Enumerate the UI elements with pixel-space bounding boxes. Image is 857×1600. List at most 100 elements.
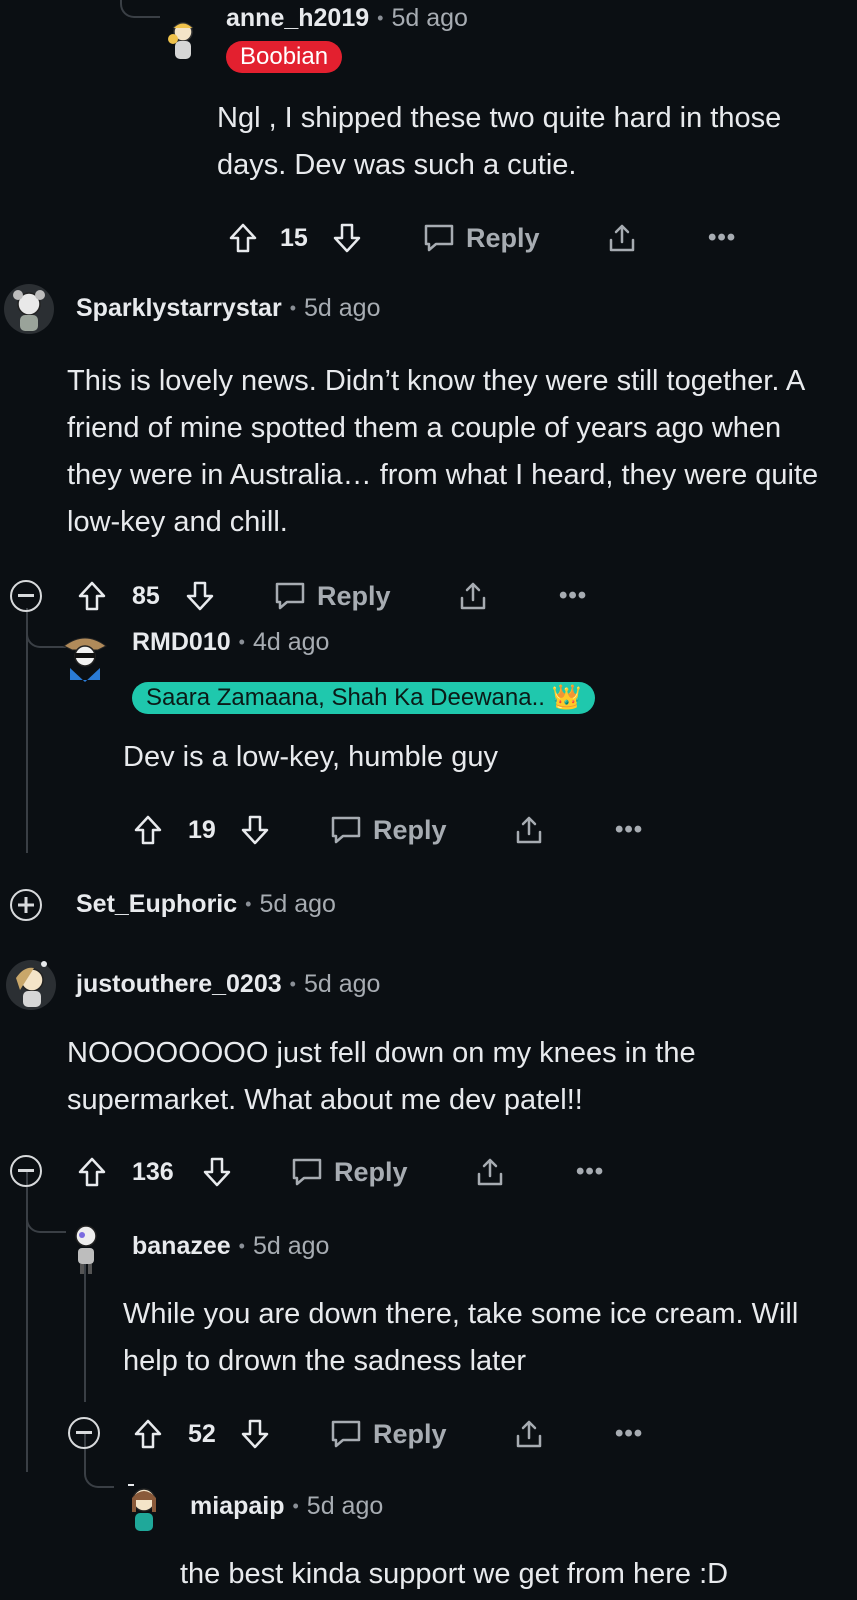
expand-button[interactable]	[10, 889, 42, 921]
comment-meta: Set_Euphoric • 5d ago	[76, 890, 336, 919]
username[interactable]: miapaip	[190, 1492, 284, 1521]
comment-body: While you are down there, take some ice …	[123, 1298, 799, 1377]
comment-meta: miapaip • 5d ago	[190, 1492, 383, 1521]
more-options-button[interactable]: •••	[615, 1412, 643, 1456]
timestamp: 5d ago	[306, 1492, 384, 1520]
reply-label: Reply	[334, 1156, 408, 1187]
comment-actions: 136 Reply •••	[77, 1150, 637, 1194]
downvote-button[interactable]	[240, 808, 270, 852]
avatar-image	[128, 1484, 156, 1531]
comment-actions: 15 Reply •••	[228, 216, 748, 260]
more-options-button[interactable]: •••	[615, 808, 643, 852]
comment-meta: RMD010 • 4d ago	[132, 628, 329, 657]
avatar[interactable]	[4, 958, 58, 1012]
username[interactable]: banazee	[132, 1232, 231, 1261]
comment-body: Dev is a low-key, humble guy	[123, 741, 499, 773]
reply-bubble-icon	[331, 1420, 361, 1448]
avatar[interactable]	[58, 630, 112, 684]
vote-count: 85	[132, 581, 160, 610]
vote-count: 15	[280, 223, 308, 252]
avatar-image	[168, 22, 194, 59]
timestamp: 5d ago	[303, 970, 381, 998]
upvote-icon	[229, 223, 257, 253]
username[interactable]: Set_Euphoric	[76, 890, 237, 919]
thread-connector	[120, 0, 160, 18]
more-options-button[interactable]: •••	[576, 1150, 604, 1194]
share-button[interactable]	[457, 574, 489, 618]
expand-icon	[18, 897, 34, 913]
timestamp: 4d ago	[252, 628, 330, 656]
vote-count: 136	[132, 1157, 174, 1186]
avatar-image	[63, 637, 107, 682]
upvote-button[interactable]	[77, 1150, 107, 1194]
downvote-button[interactable]	[202, 1150, 232, 1194]
avatar-image	[4, 284, 54, 334]
upvote-button[interactable]	[133, 808, 163, 852]
timestamp: 5d ago	[391, 4, 468, 32]
collapse-button[interactable]	[68, 1417, 100, 1449]
downvote-icon	[203, 1157, 231, 1187]
username[interactable]: justouthere_0203	[76, 970, 282, 999]
comment-meta: Sparklystarrystar • 5d ago	[76, 294, 380, 323]
separator: •	[292, 1496, 299, 1516]
comment-thread: anne_h2019 • 5d ago Boobian Ngl , I ship…	[0, 0, 857, 1600]
separator: •	[245, 894, 252, 914]
username[interactable]: RMD010	[132, 628, 231, 657]
upvote-button[interactable]	[77, 574, 107, 618]
downvote-icon	[333, 223, 361, 253]
avatar-image	[75, 1225, 97, 1274]
share-button[interactable]	[513, 1412, 545, 1456]
reply-label: Reply	[373, 1418, 447, 1449]
upvote-button[interactable]	[228, 216, 258, 260]
vote-count: 52	[188, 1419, 216, 1448]
comment-meta: justouthere_0203 • 5d ago	[76, 970, 380, 999]
comment-actions: 19 Reply •••	[133, 808, 653, 852]
share-icon	[609, 224, 635, 252]
collapse-button[interactable]	[10, 580, 42, 612]
timestamp: 5d ago	[304, 294, 381, 322]
avatar[interactable]	[158, 14, 208, 64]
more-options-button[interactable]: •••	[559, 574, 587, 618]
reply-label: Reply	[373, 814, 447, 845]
downvote-icon	[241, 815, 269, 845]
reply-button[interactable]: Reply	[273, 574, 391, 618]
collapse-icon	[18, 1169, 34, 1172]
upvote-icon	[78, 581, 106, 611]
share-button[interactable]	[606, 216, 638, 260]
upvote-icon	[134, 815, 162, 845]
avatar[interactable]	[2, 282, 56, 336]
share-button[interactable]	[513, 808, 545, 852]
separator: •	[289, 974, 296, 994]
downvote-button[interactable]	[185, 574, 215, 618]
username[interactable]: anne_h2019	[226, 4, 369, 33]
share-icon	[516, 1420, 542, 1448]
downvote-button[interactable]	[240, 1412, 270, 1456]
downvote-icon	[186, 581, 214, 611]
avatar-image	[6, 960, 56, 1010]
user-flair: Saara Zamaana, Shah Ka Deewana.. 👑	[132, 682, 596, 714]
comment-meta: anne_h2019 • 5d ago	[226, 4, 468, 33]
collapse-button[interactable]	[10, 1155, 42, 1187]
upvote-button[interactable]	[133, 1412, 163, 1456]
avatar[interactable]	[62, 1222, 110, 1276]
reply-button[interactable]: Reply	[329, 1412, 447, 1456]
thread-line	[84, 1262, 86, 1402]
thread-connector	[26, 1215, 66, 1233]
reply-button[interactable]: Reply	[290, 1150, 408, 1194]
upvote-icon	[134, 1419, 162, 1449]
username[interactable]: Sparklystarrystar	[76, 294, 282, 323]
user-flair: Boobian	[226, 41, 343, 73]
thread-line	[26, 608, 28, 853]
share-icon	[477, 1158, 503, 1186]
share-button[interactable]	[474, 1150, 506, 1194]
comment-body: NOOOOOOOO just fell down on my knees in …	[67, 1037, 696, 1116]
reply-bubble-icon	[331, 816, 361, 844]
comment-body: the best kinda support we get from here …	[180, 1558, 729, 1590]
reply-button[interactable]: Reply	[329, 808, 447, 852]
avatar[interactable]	[118, 1482, 170, 1536]
separator: •	[238, 632, 245, 652]
more-options-button[interactable]: •••	[708, 216, 736, 260]
downvote-button[interactable]	[332, 216, 362, 260]
upvote-icon	[78, 1157, 106, 1187]
reply-button[interactable]: Reply	[422, 216, 540, 260]
